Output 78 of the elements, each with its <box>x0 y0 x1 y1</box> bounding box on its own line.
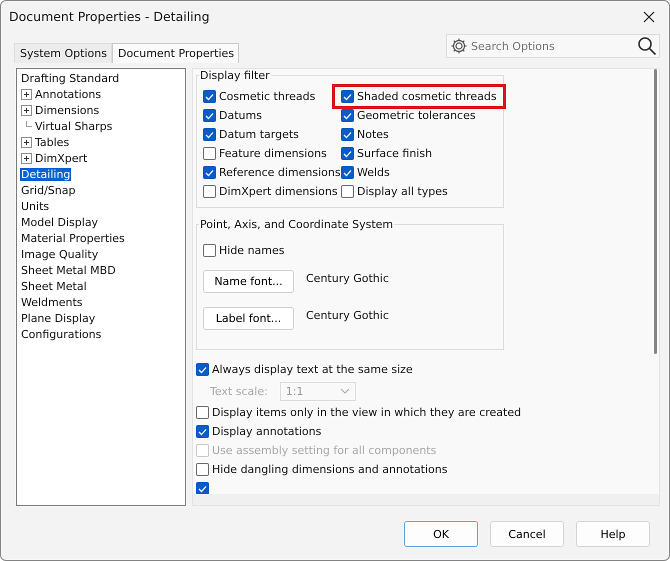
checkbox-label: Display all types <box>357 185 448 198</box>
group-title: Display filter <box>199 69 271 82</box>
checkbox-label: Display items only in the view in which they are created <box>212 406 522 419</box>
checkbox[interactable] <box>203 90 216 103</box>
checkbox-label: Hide names <box>219 244 285 257</box>
expand-icon <box>21 152 32 164</box>
checkbox[interactable] <box>341 128 354 141</box>
font-button[interactable]: Label font... <box>203 306 294 330</box>
checkbox-label: Geometric tolerances <box>357 109 476 122</box>
checkbox[interactable] <box>341 166 354 179</box>
tree-item[interactable]: Tables <box>34 136 70 148</box>
checkbox[interactable] <box>341 185 354 198</box>
chevron-icon <box>340 388 350 394</box>
checkbox-label: DimXpert dimensions <box>219 185 338 198</box>
expand-icon <box>21 136 32 148</box>
checkbox[interactable] <box>341 90 354 103</box>
checkbox[interactable] <box>203 185 216 198</box>
tree-item[interactable]: Plane Display <box>20 312 96 324</box>
tree-item[interactable]: Detailing <box>20 168 72 180</box>
tree-item[interactable]: Virtual Sharps <box>34 120 114 132</box>
checkbox[interactable] <box>203 128 216 141</box>
tree-item[interactable]: Model Display <box>20 216 100 228</box>
checkbox-label: Display annotations <box>212 425 322 438</box>
tree-item[interactable]: Dimensions <box>34 104 100 116</box>
tree-item[interactable]: DimXpert <box>34 152 88 164</box>
font-name: Century Gothic <box>306 308 389 322</box>
checkbox[interactable] <box>341 147 354 160</box>
group-title: Point, Axis, and Coordinate System <box>199 218 394 231</box>
checkbox[interactable] <box>203 147 216 160</box>
checkbox-label: Reference dimensions <box>219 166 341 179</box>
tree-item[interactable]: Material Properties <box>20 232 126 244</box>
dialog-button[interactable]: Help <box>576 521 650 547</box>
checkbox-label: Always display text at the same size <box>212 363 413 376</box>
dialog-button[interactable]: Cancel <box>490 521 564 547</box>
font-button[interactable]: Name font... <box>203 270 294 292</box>
checkbox[interactable] <box>203 244 216 257</box>
expand-icon <box>21 88 32 100</box>
dialog-button[interactable]: OK <box>404 521 478 547</box>
checkbox[interactable] <box>196 406 209 419</box>
checkbox-label: Welds <box>357 166 390 179</box>
tree-item[interactable]: Annotations <box>34 88 102 100</box>
checkbox-label: Use assembly setting for all components <box>212 444 436 457</box>
checkbox[interactable] <box>203 166 216 179</box>
tree-item[interactable]: Configurations <box>20 328 102 340</box>
checkbox-label: Datum targets <box>219 128 299 141</box>
checkbox[interactable] <box>196 363 209 376</box>
checkbox-label: Datums <box>219 109 262 122</box>
checkbox-label: Notes <box>357 128 389 141</box>
tree-item[interactable]: Sheet Metal MBD <box>20 264 117 276</box>
tree-item[interactable]: Drafting Standard <box>20 72 120 84</box>
field-label: Text scale: <box>210 384 268 398</box>
search-icon <box>637 36 657 56</box>
expand-icon <box>21 104 32 116</box>
checkbox-label: Cosmetic threads <box>219 90 316 103</box>
checkbox-label: Hide dangling dimensions and annotations <box>212 463 448 476</box>
scrollbar[interactable] <box>654 69 657 354</box>
checkbox-label: Feature dimensions <box>219 147 327 160</box>
checkbox[interactable] <box>196 463 209 476</box>
font-name: Century Gothic <box>306 272 389 284</box>
tree-item[interactable]: Sheet Metal <box>20 280 88 292</box>
checkbox-label: Surface finish <box>357 147 432 160</box>
checkbox[interactable] <box>196 482 209 495</box>
scrollbar[interactable] <box>193 494 659 505</box>
tab[interactable]: System Options <box>14 43 112 63</box>
tree-item[interactable]: Image Quality <box>20 248 100 260</box>
window-title: Document Properties - Detailing <box>9 9 210 24</box>
checkbox-label: Shaded cosmetic threads <box>357 90 497 103</box>
tree-item[interactable]: Units <box>20 200 50 212</box>
checkbox[interactable] <box>196 425 209 438</box>
tree-item[interactable]: Grid/Snap <box>20 184 76 196</box>
close-icon <box>643 10 655 22</box>
gear-icon <box>449 36 469 56</box>
tree-item[interactable]: Weldments <box>20 296 84 308</box>
tab[interactable]: Document Properties <box>112 43 240 63</box>
checkbox[interactable] <box>341 109 354 122</box>
checkbox[interactable] <box>203 109 216 122</box>
search-field[interactable]: Search Options <box>469 40 637 52</box>
search-bar[interactable]: Search Options <box>446 34 660 58</box>
